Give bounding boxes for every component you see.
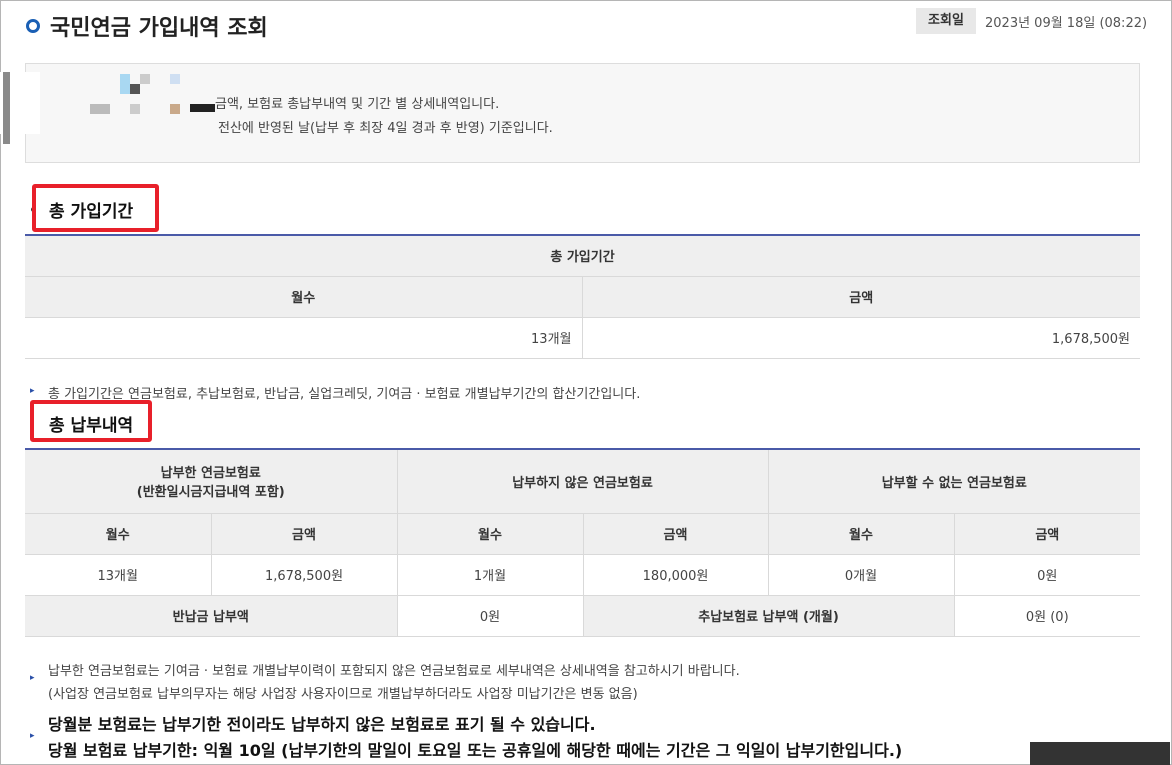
info-text-line2: 전산에 반영된 날(납부 후 최장 4일 경과 후 반영) 기준입니다. xyxy=(218,121,553,136)
group-paid-subtitle: (반환일시금지급내역 포함) xyxy=(136,485,285,501)
group-unpayable-header: 납부할 수 없는 연금보험료 xyxy=(768,448,1141,514)
extra-payment-label: 추납보험료 납부액 (개월) xyxy=(583,594,955,637)
title-circle-icon xyxy=(26,19,40,33)
redacted-mark xyxy=(140,74,150,84)
redacted-mark xyxy=(3,72,10,144)
redacted-mark xyxy=(90,104,110,114)
col-months: 월수 xyxy=(768,512,955,555)
table-row: 13개월 1,678,500원 1개월 180,000원 0개월 0원 xyxy=(25,553,1141,596)
overlay-block xyxy=(1030,742,1170,765)
date-value: 2023년 09월 18일 (08:22) xyxy=(985,16,1148,31)
table-row: 13개월 1,678,500원 xyxy=(25,316,1141,359)
redacted-mark xyxy=(130,104,140,114)
table-row: 반납금 납부액 0원 추납보험료 납부액 (개월) 0원 (0) xyxy=(25,594,1141,637)
page-title: 국민연금 가입내역 조회 xyxy=(50,16,268,41)
note-paid-detail: 납부한 연금보험료는 기여금 · 보험료 개별납부이력이 포함되지 않은 연금보… xyxy=(48,664,740,679)
date-label: 조회일 xyxy=(916,8,976,34)
paid-amount: 1,678,500원 xyxy=(211,553,398,596)
months-value: 13개월 xyxy=(25,316,583,359)
note-workplace: (사업장 연금보험료 납부의무자는 해당 사업장 사용자이므로 개별납부하더라도… xyxy=(48,687,638,702)
unpaid-months: 1개월 xyxy=(397,553,584,596)
arrow-icon: ▸ xyxy=(30,386,35,396)
col-amount: 금액 xyxy=(582,275,1141,318)
info-box xyxy=(25,63,1140,163)
col-amount: 금액 xyxy=(211,512,398,555)
col-months: 월수 xyxy=(25,512,212,555)
section1-title: 총 가입기간 xyxy=(49,202,134,222)
unpaid-amount: 180,000원 xyxy=(583,553,769,596)
info-text-line1: 금액, 보험료 총납부내역 및 기간 별 상세내역입니다. xyxy=(215,97,500,112)
section2-title: 총 납부내역 xyxy=(49,416,134,436)
col-amount: 금액 xyxy=(954,512,1141,555)
total-period-table: 총 가입기간 월수 금액 13개월 1,678,500원 xyxy=(25,234,1141,359)
unpayable-months: 0개월 xyxy=(768,553,955,596)
arrow-icon: ▸ xyxy=(30,673,35,683)
col-months: 월수 xyxy=(397,512,584,555)
group-paid-title: 납부한 연금보험료 xyxy=(160,466,261,482)
redacted-mark xyxy=(120,74,130,94)
arrow-icon: ▸ xyxy=(30,731,35,741)
col-amount: 금액 xyxy=(583,512,769,555)
note-due-date: 당월 보험료 납부기한: 익월 10일 (납부기한의 말일이 토요일 또는 공휴… xyxy=(48,741,903,760)
payment-table: 납부한 연금보험료 (반환일시금지급내역 포함) 납부하지 않은 연금보험료 납… xyxy=(25,448,1141,637)
group-unpaid-header: 납부하지 않은 연금보험료 xyxy=(397,448,769,514)
amount-value: 1,678,500원 xyxy=(582,316,1141,359)
redacted-mark xyxy=(130,84,140,94)
col-months: 월수 xyxy=(25,275,583,318)
redacted-mark xyxy=(170,74,180,84)
redacted-mark xyxy=(170,104,180,114)
table-header: 총 가입기간 xyxy=(25,234,1141,277)
unpayable-amount: 0원 xyxy=(954,553,1141,596)
paid-months: 13개월 xyxy=(25,553,212,596)
extra-payment-value: 0원 (0) xyxy=(954,594,1141,637)
redacted-mark xyxy=(190,104,215,112)
refund-label: 반납금 납부액 xyxy=(25,594,398,637)
refund-value: 0원 xyxy=(397,594,584,637)
group-paid-header: 납부한 연금보험료 (반환일시금지급내역 포함) xyxy=(25,448,398,514)
note-current-month: 당월분 보험료는 납부기한 전이라도 납부하지 않은 보험료로 표기 될 수 있… xyxy=(48,715,596,734)
